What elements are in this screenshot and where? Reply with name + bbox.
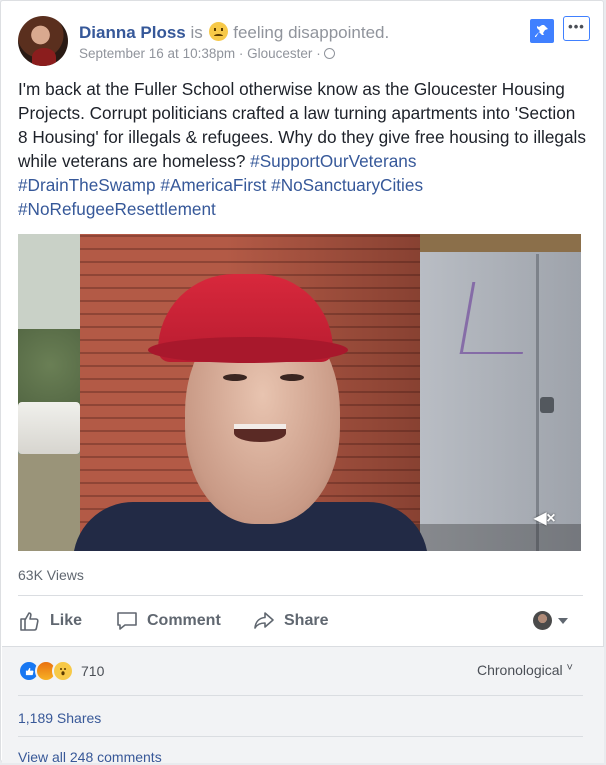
disappointed-face-icon (208, 22, 228, 41)
avatar (533, 611, 552, 630)
chevron-down-icon (558, 617, 568, 624)
post-timestamp[interactable]: September 16 at 10:38pm (79, 46, 235, 61)
post-body: I'm back at the Fuller School otherwise … (18, 77, 588, 221)
post-location[interactable]: Gloucester (247, 46, 312, 61)
video-player[interactable]: ◀× (18, 234, 581, 551)
reaction-count: 710 (81, 663, 105, 679)
video-views: 63K Views (18, 567, 84, 583)
like-label: Like (50, 612, 83, 629)
mute-icon[interactable]: ◀× (534, 508, 556, 528)
comment-sort-dropdown[interactable]: Chronological ˅ (477, 662, 573, 678)
globe-icon[interactable] (324, 48, 336, 59)
hashtag[interactable]: #NoSanctuaryCities (271, 175, 423, 195)
post-header: Dianna Ploss is feeling disappointed. Se… (18, 16, 593, 68)
hashtag[interactable]: #SupportOurVeterans (250, 151, 416, 171)
share-button[interactable]: Share (252, 605, 328, 637)
comment-bubble-icon (117, 612, 137, 630)
like-button[interactable]: Like (18, 605, 82, 637)
author-line: Dianna Ploss is feeling disappointed. (79, 19, 389, 43)
feeling-text[interactable]: feeling disappointed. (233, 23, 389, 42)
reactions-summary[interactable]: 710 (18, 660, 104, 682)
wow-reaction-icon (52, 660, 74, 682)
hashtag[interactable]: #NoRefugeeResettlement (18, 199, 216, 219)
post-card: Dianna Ploss is feeling disappointed. Se… (0, 0, 604, 765)
action-bar: Like Comment Share (18, 605, 583, 637)
view-all-comments-link[interactable]: View all 248 comments (18, 749, 162, 765)
comment-button[interactable]: Comment (115, 605, 221, 637)
hashtag[interactable]: #AmericaFirst (160, 175, 266, 195)
post-meta: September 16 at 10:38pm · Gloucester · (79, 46, 336, 61)
chevron-down-icon: ˅ (566, 662, 573, 674)
video-frame-sky (18, 234, 88, 344)
hashtag[interactable]: #DrainTheSwamp (18, 175, 156, 195)
comment-label: Comment (147, 612, 221, 629)
sort-label: Chronological (477, 662, 563, 678)
post-as-selector[interactable] (533, 611, 568, 630)
thumbs-up-icon (20, 612, 39, 631)
divider (18, 595, 583, 596)
pin-icon[interactable] (530, 19, 554, 43)
author-avatar[interactable] (18, 16, 68, 66)
share-label: Share (284, 612, 329, 629)
video-frame-truck (18, 402, 80, 454)
author-name[interactable]: Dianna Ploss (79, 23, 186, 42)
more-options-button[interactable]: ••• (563, 16, 590, 41)
share-arrow-icon (254, 612, 274, 629)
shares-count[interactable]: 1,189 Shares (18, 710, 101, 726)
author-verb: is (190, 23, 203, 42)
